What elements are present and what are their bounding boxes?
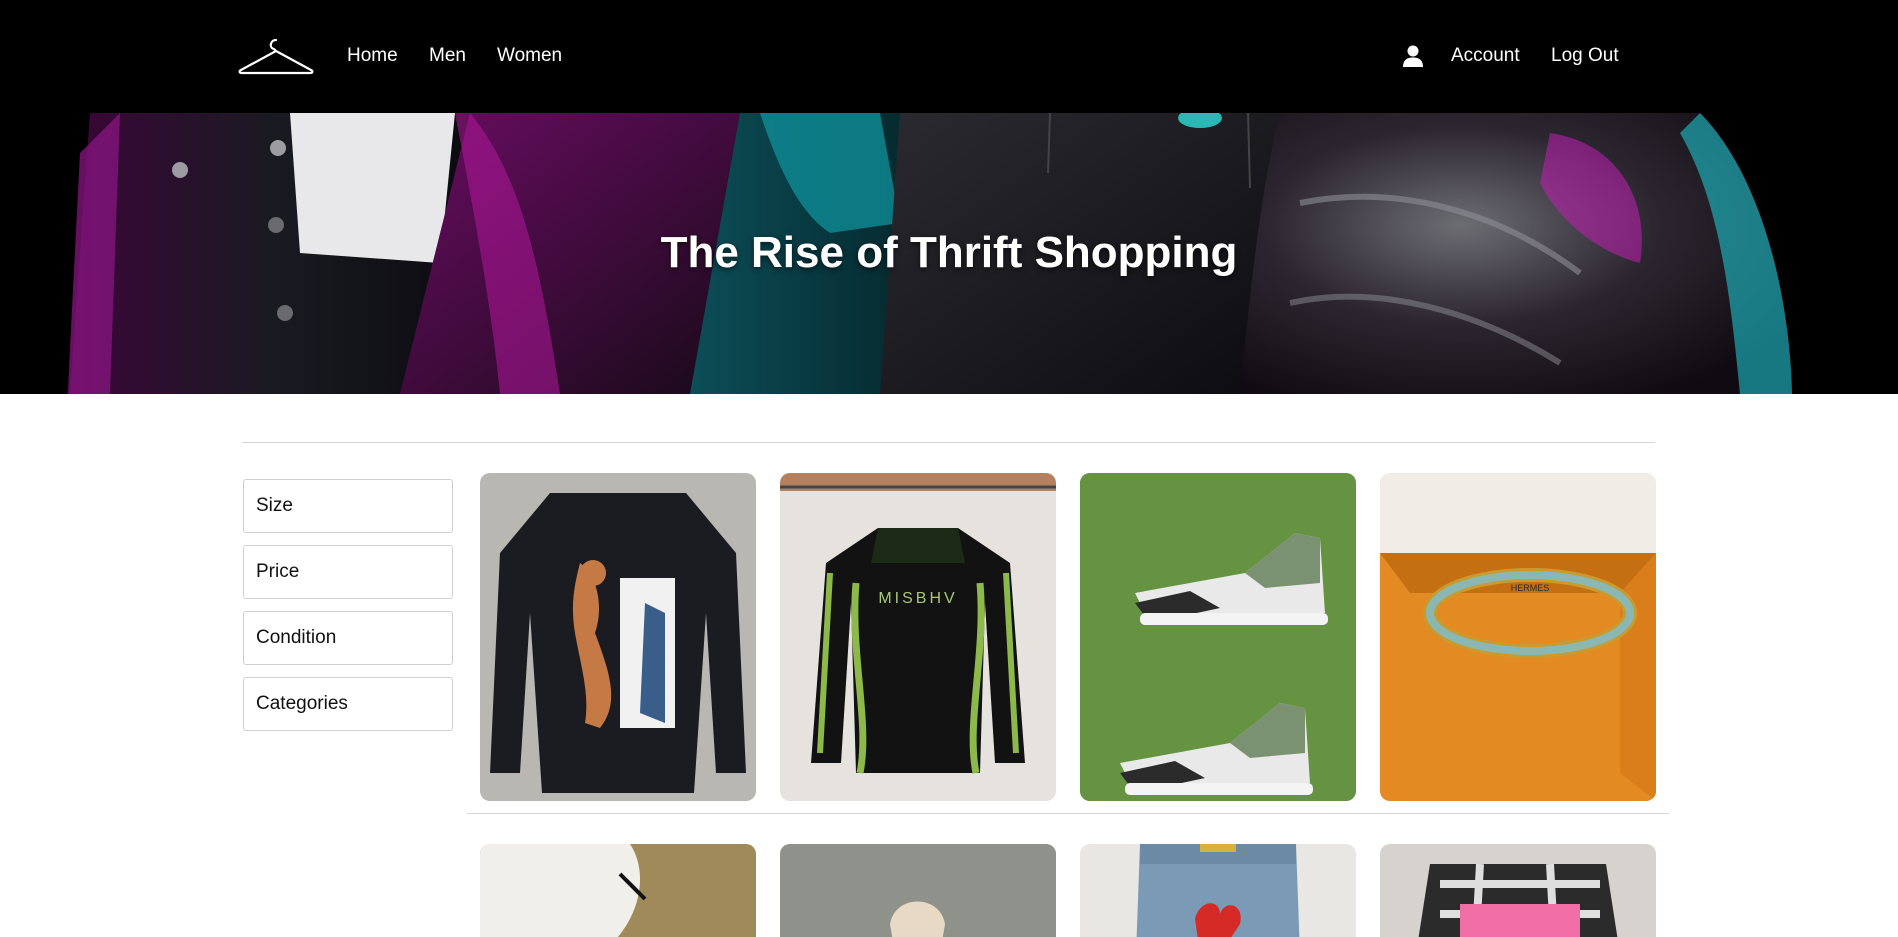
product-card[interactable] xyxy=(480,844,756,937)
product-card[interactable] xyxy=(1380,844,1656,937)
product-image-hermes-bangle: HERMES xyxy=(1380,473,1656,801)
section-divider xyxy=(242,442,1655,443)
hermes-engraving-text: HERMES xyxy=(1511,583,1550,593)
product-card[interactable]: HERMES xyxy=(1380,473,1656,801)
product-image-concrete xyxy=(780,844,1056,937)
hanger-logo-icon[interactable] xyxy=(238,36,314,76)
hero-title: The Rise of Thrift Shopping xyxy=(660,228,1238,277)
product-card[interactable] xyxy=(1080,844,1356,937)
filter-size[interactable]: Size xyxy=(243,479,453,533)
account-link[interactable]: Account xyxy=(1451,44,1520,68)
product-image-white-bag xyxy=(480,844,756,937)
product-image-misbhv-top: MISBHV xyxy=(780,473,1056,801)
filter-categories[interactable]: Categories xyxy=(243,677,453,731)
filter-condition[interactable]: Condition xyxy=(243,611,453,665)
product-card[interactable] xyxy=(1080,473,1356,801)
product-card[interactable] xyxy=(480,473,756,801)
product-image-sneakers xyxy=(1080,473,1356,801)
filter-price[interactable]: Price xyxy=(243,545,453,599)
product-image-sweatshirt xyxy=(480,473,756,801)
product-image-denim-jeans xyxy=(1080,844,1356,937)
logout-link[interactable]: Log Out xyxy=(1551,44,1619,68)
top-navbar: Home Men Women Account Log Out xyxy=(0,0,1898,113)
row-divider xyxy=(467,813,1669,814)
product-image-plaid-shirt xyxy=(1380,844,1656,937)
nav-link-men[interactable]: Men xyxy=(429,44,466,68)
user-icon[interactable] xyxy=(1402,44,1424,68)
product-card[interactable]: MISBHV xyxy=(780,473,1056,801)
nav-link-women[interactable]: Women xyxy=(497,44,562,68)
hero-banner: The Rise of Thrift Shopping xyxy=(0,113,1898,394)
nav-link-home[interactable]: Home xyxy=(347,44,398,68)
product-card[interactable] xyxy=(780,844,1056,937)
misbhv-print-text: MISBHV xyxy=(878,590,957,607)
